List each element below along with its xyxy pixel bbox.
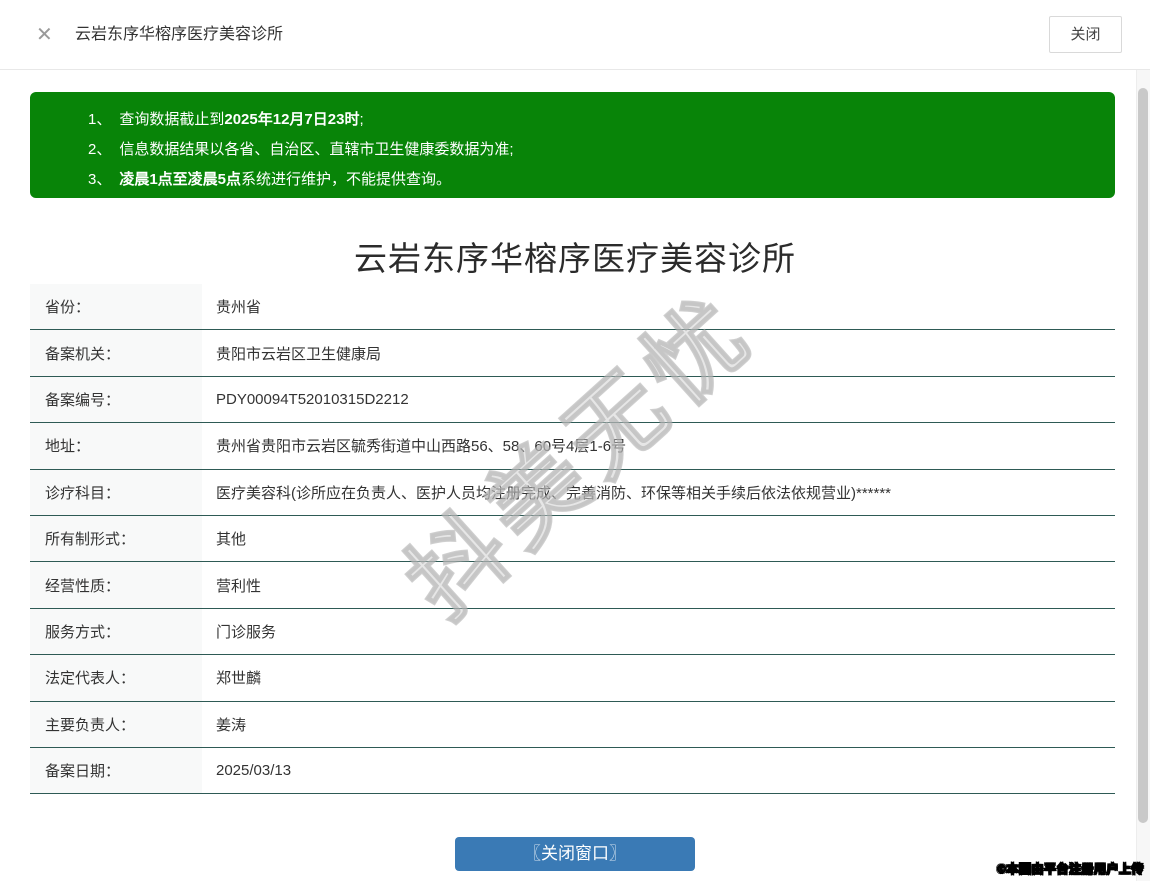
row-label: 省份： <box>30 284 202 329</box>
row-value: 贵州省 <box>202 284 1115 329</box>
page-title: 云岩东序华榕序医疗美容诊所 <box>0 232 1150 280</box>
info-table: 省份： 贵州省 备案机关： 贵阳市云岩区卫生健康局 备案编号： PDY00094… <box>30 284 1115 794</box>
close-window-button[interactable]: 〖关闭窗口〗 <box>455 837 695 871</box>
notice-line-3: 3、凌晨1点至凌晨5点系统进行维护，不能提供查询。 <box>88 165 1095 195</box>
row-label: 诊疗科目： <box>30 470 202 515</box>
row-label: 备案机关： <box>30 330 202 375</box>
row-label: 主要负责人： <box>30 702 202 747</box>
window-title: 云岩东序华榕序医疗美容诊所 <box>75 24 283 46</box>
table-row-legal-representative: 法定代表人： 郑世麟 <box>30 655 1115 701</box>
row-value: 郑世麟 <box>202 655 1115 700</box>
notice-line-1-pre: 查询数据截止到 <box>119 111 224 128</box>
table-row-address: 地址： 贵州省贵阳市云岩区毓秀街道中山西路56、58、60号4层1-6号 <box>30 423 1115 469</box>
table-row-province: 省份： 贵州省 <box>30 284 1115 330</box>
row-value: 贵州省贵阳市云岩区毓秀街道中山西路56、58、60号4层1-6号 <box>202 423 1115 468</box>
table-row-operating-nature: 经营性质： 营利性 <box>30 562 1115 608</box>
notice-line-1-bold: 2025年12月7日23时 <box>224 111 359 128</box>
row-label: 备案编号： <box>30 377 202 422</box>
table-row-treatment-subjects: 诊疗科目： 医疗美容科(诊所应在负责人、医护人员均注册完成、完善消防、环保等相关… <box>30 470 1115 516</box>
row-value: 贵阳市云岩区卫生健康局 <box>202 330 1115 375</box>
row-label: 经营性质： <box>30 562 202 607</box>
notice-line-3-post: 系统进行维护，不能提供查询。 <box>241 171 451 188</box>
close-x-icon[interactable]: ✕ <box>36 22 53 48</box>
row-value: 门诊服务 <box>202 609 1115 654</box>
notice-line-2-num: 2、 <box>88 141 111 158</box>
notice-line-1-num: 1、 <box>88 111 111 128</box>
notice-line-2: 2、信息数据结果以各省、自治区、直辖市卫生健康委数据为准; <box>88 135 1095 165</box>
row-label: 备案日期： <box>30 748 202 793</box>
copyright-stamp: ©本图由平台注册用户上传 <box>997 860 1144 877</box>
row-value: 营利性 <box>202 562 1115 607</box>
notice-line-3-num: 3、 <box>88 171 111 188</box>
notice-line-3-bold: 凌晨1点至凌晨5点 <box>119 171 241 188</box>
scrollbar-thumb[interactable] <box>1138 88 1148 823</box>
notice-line-2-pre: 信息数据结果以各省、自治区、直辖市卫生健康委数据为准; <box>119 141 513 158</box>
header-bar: ✕ 云岩东序华榕序医疗美容诊所 关闭 <box>0 0 1150 70</box>
notice-box: 1、查询数据截止到2025年12月7日23时; 2、信息数据结果以各省、自治区、… <box>30 92 1115 198</box>
row-value: 其他 <box>202 516 1115 561</box>
notice-line-1-post: ; <box>359 111 363 128</box>
scrollbar-track[interactable] <box>1136 70 1150 881</box>
row-label: 服务方式： <box>30 609 202 654</box>
row-value: 2025/03/13 <box>202 748 1115 793</box>
row-value: 姜涛 <box>202 702 1115 747</box>
table-row-filing-authority: 备案机关： 贵阳市云岩区卫生健康局 <box>30 330 1115 376</box>
row-label: 法定代表人： <box>30 655 202 700</box>
table-row-service-mode: 服务方式： 门诊服务 <box>30 609 1115 655</box>
notice-line-1: 1、查询数据截止到2025年12月7日23时; <box>88 105 1095 135</box>
close-button[interactable]: 关闭 <box>1049 16 1122 53</box>
row-label: 地址： <box>30 423 202 468</box>
row-label: 所有制形式： <box>30 516 202 561</box>
row-value: PDY00094T52010315D2212 <box>202 377 1115 422</box>
table-row-ownership-form: 所有制形式： 其他 <box>30 516 1115 562</box>
table-row-filing-date: 备案日期： 2025/03/13 <box>30 748 1115 794</box>
row-value: 医疗美容科(诊所应在负责人、医护人员均注册完成、完善消防、环保等相关手续后依法依… <box>202 470 1115 515</box>
table-row-filing-number: 备案编号： PDY00094T52010315D2212 <box>30 377 1115 423</box>
table-row-principal: 主要负责人： 姜涛 <box>30 702 1115 748</box>
